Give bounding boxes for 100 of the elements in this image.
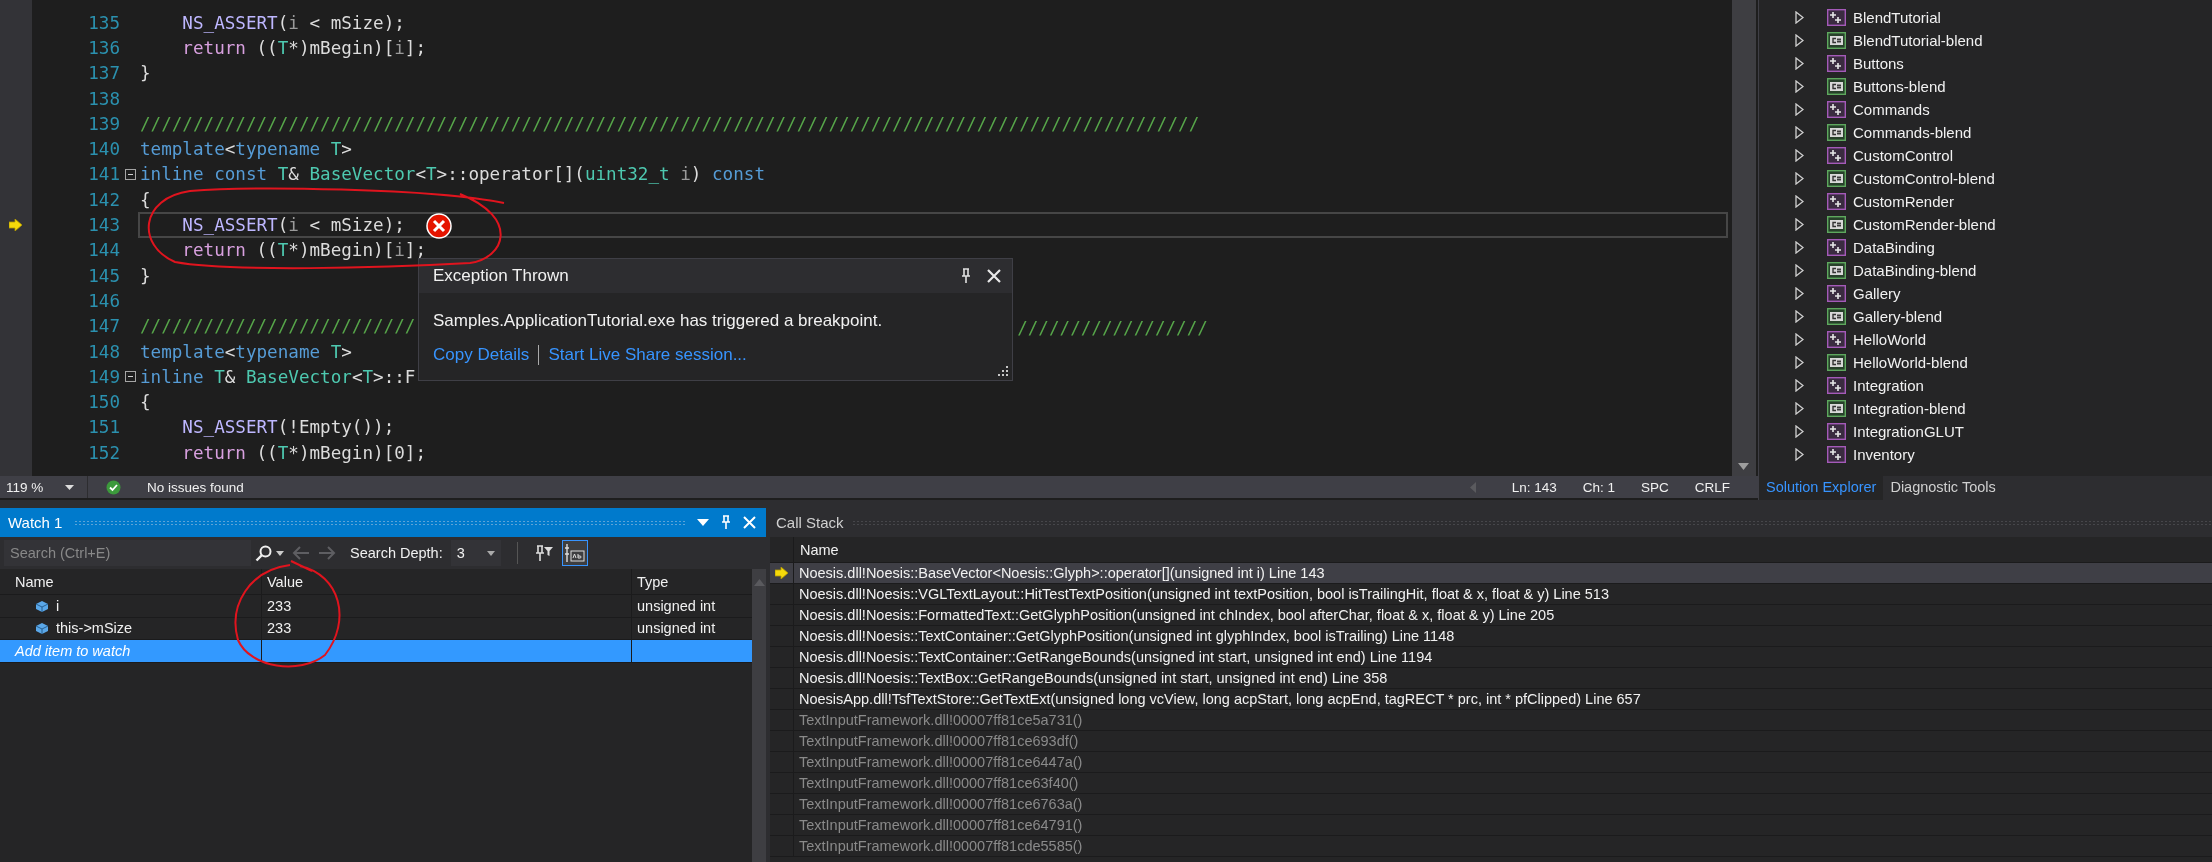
- collapsed-arrow-icon[interactable]: [1795, 195, 1804, 208]
- project-item[interactable]: BlendTutorial: [1853, 9, 1941, 26]
- search-icon[interactable]: [255, 544, 272, 562]
- scrollbar[interactable]: [1732, 0, 1756, 476]
- line-number: 136: [87, 37, 120, 58]
- collapsed-arrow-icon[interactable]: [1795, 103, 1804, 116]
- line-ending-indicator: CRLF: [1694, 479, 1730, 495]
- code-line: }: [140, 63, 151, 84]
- call-stack-row[interactable]: Noesis.dll!Noesis::TextContainer::GetRangeBounds(unsigned int start, unsigned int end) Line 1194: [770, 647, 2212, 668]
- panel-title: Call Stack: [776, 514, 844, 531]
- collapsed-arrow-icon[interactable]: [1795, 287, 1804, 300]
- project-item[interactable]: Buttons: [1853, 55, 1904, 72]
- collapsed-arrow-icon[interactable]: [1795, 126, 1804, 139]
- column-header[interactable]: Name: [794, 541, 839, 558]
- line-number: 149: [87, 366, 120, 387]
- call-stack-row[interactable]: Noesis.dll!Noesis::VGLTextLayout::HitTestTextPosition(unsigned int textPosition, bool isTrailingHit, float & x, float & y) Line 513: [770, 584, 2212, 605]
- project-item[interactable]: IntegrationGLUT: [1853, 423, 1964, 440]
- project-item[interactable]: Gallery: [1853, 285, 1901, 302]
- project-item[interactable]: DataBinding: [1853, 239, 1935, 256]
- popup-link[interactable]: Copy Details: [433, 345, 530, 365]
- call-stack-row[interactable]: TextInputFramework.dll!00007ff81ce63f40(): [770, 773, 2212, 794]
- watch-row[interactable]: i 233 unsigned int: [0, 595, 752, 618]
- scroll-down-arrow-icon[interactable]: [1738, 463, 1749, 470]
- project-icon: [1827, 55, 1846, 72]
- project-item[interactable]: Integration-blend: [1853, 400, 1966, 417]
- collapsed-arrow-icon[interactable]: [1795, 172, 1804, 185]
- collapsed-arrow-icon[interactable]: [1795, 425, 1804, 438]
- collapsed-arrow-icon[interactable]: [1795, 80, 1804, 93]
- collapsed-arrow-icon[interactable]: [1795, 241, 1804, 254]
- code-line: }: [140, 265, 151, 286]
- call-stack-row[interactable]: TextInputFramework.dll!00007ff81ce64791(): [770, 815, 2212, 836]
- project-item[interactable]: CustomRender-blend: [1853, 216, 1996, 233]
- code-line: template<typename T>: [140, 341, 352, 362]
- project-item[interactable]: BlendTutorial-blend: [1853, 32, 1983, 49]
- call-stack-row[interactable]: TextInputFramework.dll!00007ff81ce6763a(): [770, 794, 2212, 815]
- column-header[interactable]: Value: [262, 569, 632, 594]
- collapse-icon[interactable]: [124, 371, 136, 383]
- column-header[interactable]: Type: [632, 569, 752, 594]
- project-item[interactable]: Integration: [1853, 377, 1924, 394]
- collapsed-arrow-icon[interactable]: [1795, 11, 1804, 24]
- project-item[interactable]: Inventory: [1853, 446, 1915, 463]
- line-number: 138: [87, 88, 120, 109]
- line-number: 150: [87, 392, 120, 413]
- toggle-view-button[interactable]: [561, 540, 588, 566]
- popup-link[interactable]: Start Live Share session...: [548, 345, 747, 365]
- project-item[interactable]: Commands-blend: [1853, 124, 1972, 141]
- project-item[interactable]: CustomRender: [1853, 193, 1954, 210]
- call-stack-row[interactable]: TextInputFramework.dll!00007ff81ce5a731(): [770, 710, 2212, 731]
- search-depth-dropdown[interactable]: 3: [450, 540, 501, 566]
- call-stack-row[interactable]: Noesis.dll!Noesis::TextBox::GetRangeBounds(unsigned int start, unsigned int end) Line 358: [770, 668, 2212, 689]
- project-item[interactable]: DataBinding-blend: [1853, 262, 1977, 279]
- dropdown-icon[interactable]: [697, 519, 709, 526]
- project-item[interactable]: Buttons-blend: [1853, 78, 1946, 95]
- collapse-icon[interactable]: [124, 168, 136, 180]
- project-item[interactable]: CustomControl: [1853, 147, 1954, 164]
- collapsed-arrow-icon[interactable]: [1795, 264, 1804, 277]
- resize-grip-icon[interactable]: [998, 366, 1008, 376]
- code-line: NS_ASSERT(i < mSize);: [182, 215, 405, 235]
- collapsed-arrow-icon[interactable]: [1795, 356, 1804, 369]
- pin-icon[interactable]: [960, 268, 972, 284]
- panel-tab[interactable]: Diagnostic Tools: [1883, 476, 2003, 500]
- line-number: 137: [87, 63, 120, 84]
- search-field[interactable]: Search (Ctrl+E): [4, 540, 251, 566]
- call-stack-row[interactable]: Noesis.dll!Noesis::BaseVector<Noesis::Glyph>::operator[](unsigned int i) Line 143: [770, 563, 2212, 584]
- project-icon: [1827, 239, 1846, 256]
- close-icon[interactable]: [986, 268, 1002, 284]
- collapsed-arrow-icon[interactable]: [1795, 57, 1804, 70]
- project-item[interactable]: Gallery-blend: [1853, 308, 1943, 325]
- code-line: return ((T*)mBegin)[i];: [182, 37, 426, 58]
- call-stack-row[interactable]: NoesisApp.dll!TsfTextStore::GetTextExt(unsigned long vcView, long acpStart, long acpEnd, tagRECT * prc, int * pfClipped) Line 657: [770, 689, 2212, 710]
- call-stack-row[interactable]: TextInputFramework.dll!00007ff81ce693df(): [770, 731, 2212, 752]
- column-header[interactable]: Name: [0, 569, 262, 594]
- collapsed-arrow-icon[interactable]: [1795, 402, 1804, 415]
- issues-status[interactable]: No issues found: [147, 479, 244, 495]
- project-item[interactable]: CustomControl-blend: [1853, 170, 1995, 187]
- collapsed-arrow-icon[interactable]: [1795, 379, 1804, 392]
- csharp-project-icon: [1827, 354, 1846, 371]
- call-stack-row[interactable]: Noesis.dll!Noesis::TextContainer::GetGlyphPosition(unsigned int glyphIndex, bool isTrailing) Line 1148: [770, 626, 2212, 647]
- project-icon: [1827, 101, 1846, 118]
- call-stack-row[interactable]: TextInputFramework.dll!00007ff81cde5585(): [770, 836, 2212, 857]
- collapsed-arrow-icon[interactable]: [1795, 333, 1804, 346]
- project-item[interactable]: HelloWorld: [1853, 331, 1927, 348]
- panel-tab[interactable]: Solution Explorer: [1759, 476, 1884, 500]
- collapsed-arrow-icon[interactable]: [1795, 448, 1804, 461]
- collapsed-arrow-icon[interactable]: [1795, 149, 1804, 162]
- call-stack-row[interactable]: TextInputFramework.dll!00007ff81ce6447a(): [770, 752, 2212, 773]
- call-stack-frame: NoesisApp.dll!TsfTextStore::GetTextExt(unsigned long vcView, long acpStart, long acpEnd, tagRECT * prc, int * pfClipped) Line 657: [794, 691, 1641, 707]
- call-stack-row[interactable]: Noesis.dll!Noesis::FormattedText::GetGlyphPosition(unsigned int chIndex, bool afterChar, float & x, float & y) Line 205: [770, 605, 2212, 626]
- pin-filter-icon[interactable]: [533, 544, 554, 562]
- watch-name: this->mSize: [56, 620, 133, 637]
- line-number: 146: [87, 290, 120, 311]
- scrollbar[interactable]: [752, 569, 766, 862]
- call-stack-frame: TextInputFramework.dll!00007ff81cde5585(): [794, 838, 1083, 854]
- collapsed-arrow-icon[interactable]: [1795, 218, 1804, 231]
- project-item[interactable]: HelloWorld-blend: [1853, 354, 1968, 371]
- project-item[interactable]: Commands: [1853, 101, 1930, 118]
- code-line: NS_ASSERT(!Empty());: [182, 417, 395, 438]
- collapsed-arrow-icon[interactable]: [1795, 310, 1804, 323]
- collapsed-arrow-icon[interactable]: [1795, 34, 1804, 47]
- caret-icon[interactable]: [276, 550, 284, 556]
